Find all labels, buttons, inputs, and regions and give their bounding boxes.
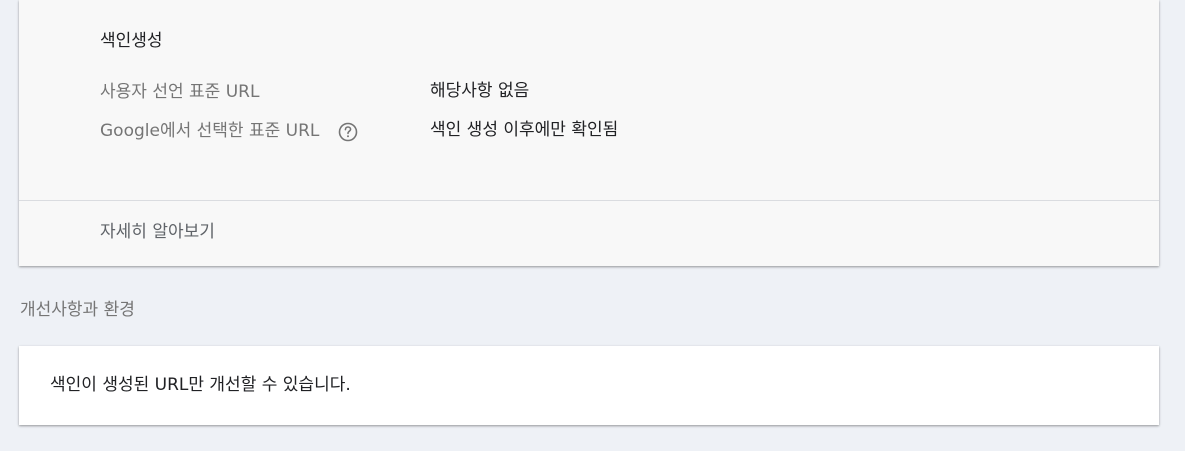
divider [19, 200, 1159, 201]
indexing-heading: 색인생성 [100, 31, 163, 51]
indexing-card: 색인생성 사용자 선언 표준 URL 해당사항 없음 Google에서 선택한 … [19, 0, 1159, 266]
user-declared-canonical-label: 사용자 선언 표준 URL [100, 82, 260, 102]
google-selected-canonical-value: 색인 생성 이후에만 확인됨 [430, 120, 619, 140]
enhancements-card: 색인이 생성된 URL만 개선할 수 있습니다. [19, 346, 1159, 425]
learn-more-link[interactable]: 자세히 알아보기 [100, 219, 215, 245]
help-circle-icon[interactable] [338, 122, 358, 142]
enhancements-message: 색인이 생성된 URL만 개선할 수 있습니다. [50, 375, 351, 395]
user-declared-canonical-value: 해당사항 없음 [430, 81, 530, 101]
enhancements-title: 개선사항과 환경 [20, 300, 135, 320]
google-selected-canonical-label: Google에서 선택한 표준 URL [100, 121, 320, 141]
